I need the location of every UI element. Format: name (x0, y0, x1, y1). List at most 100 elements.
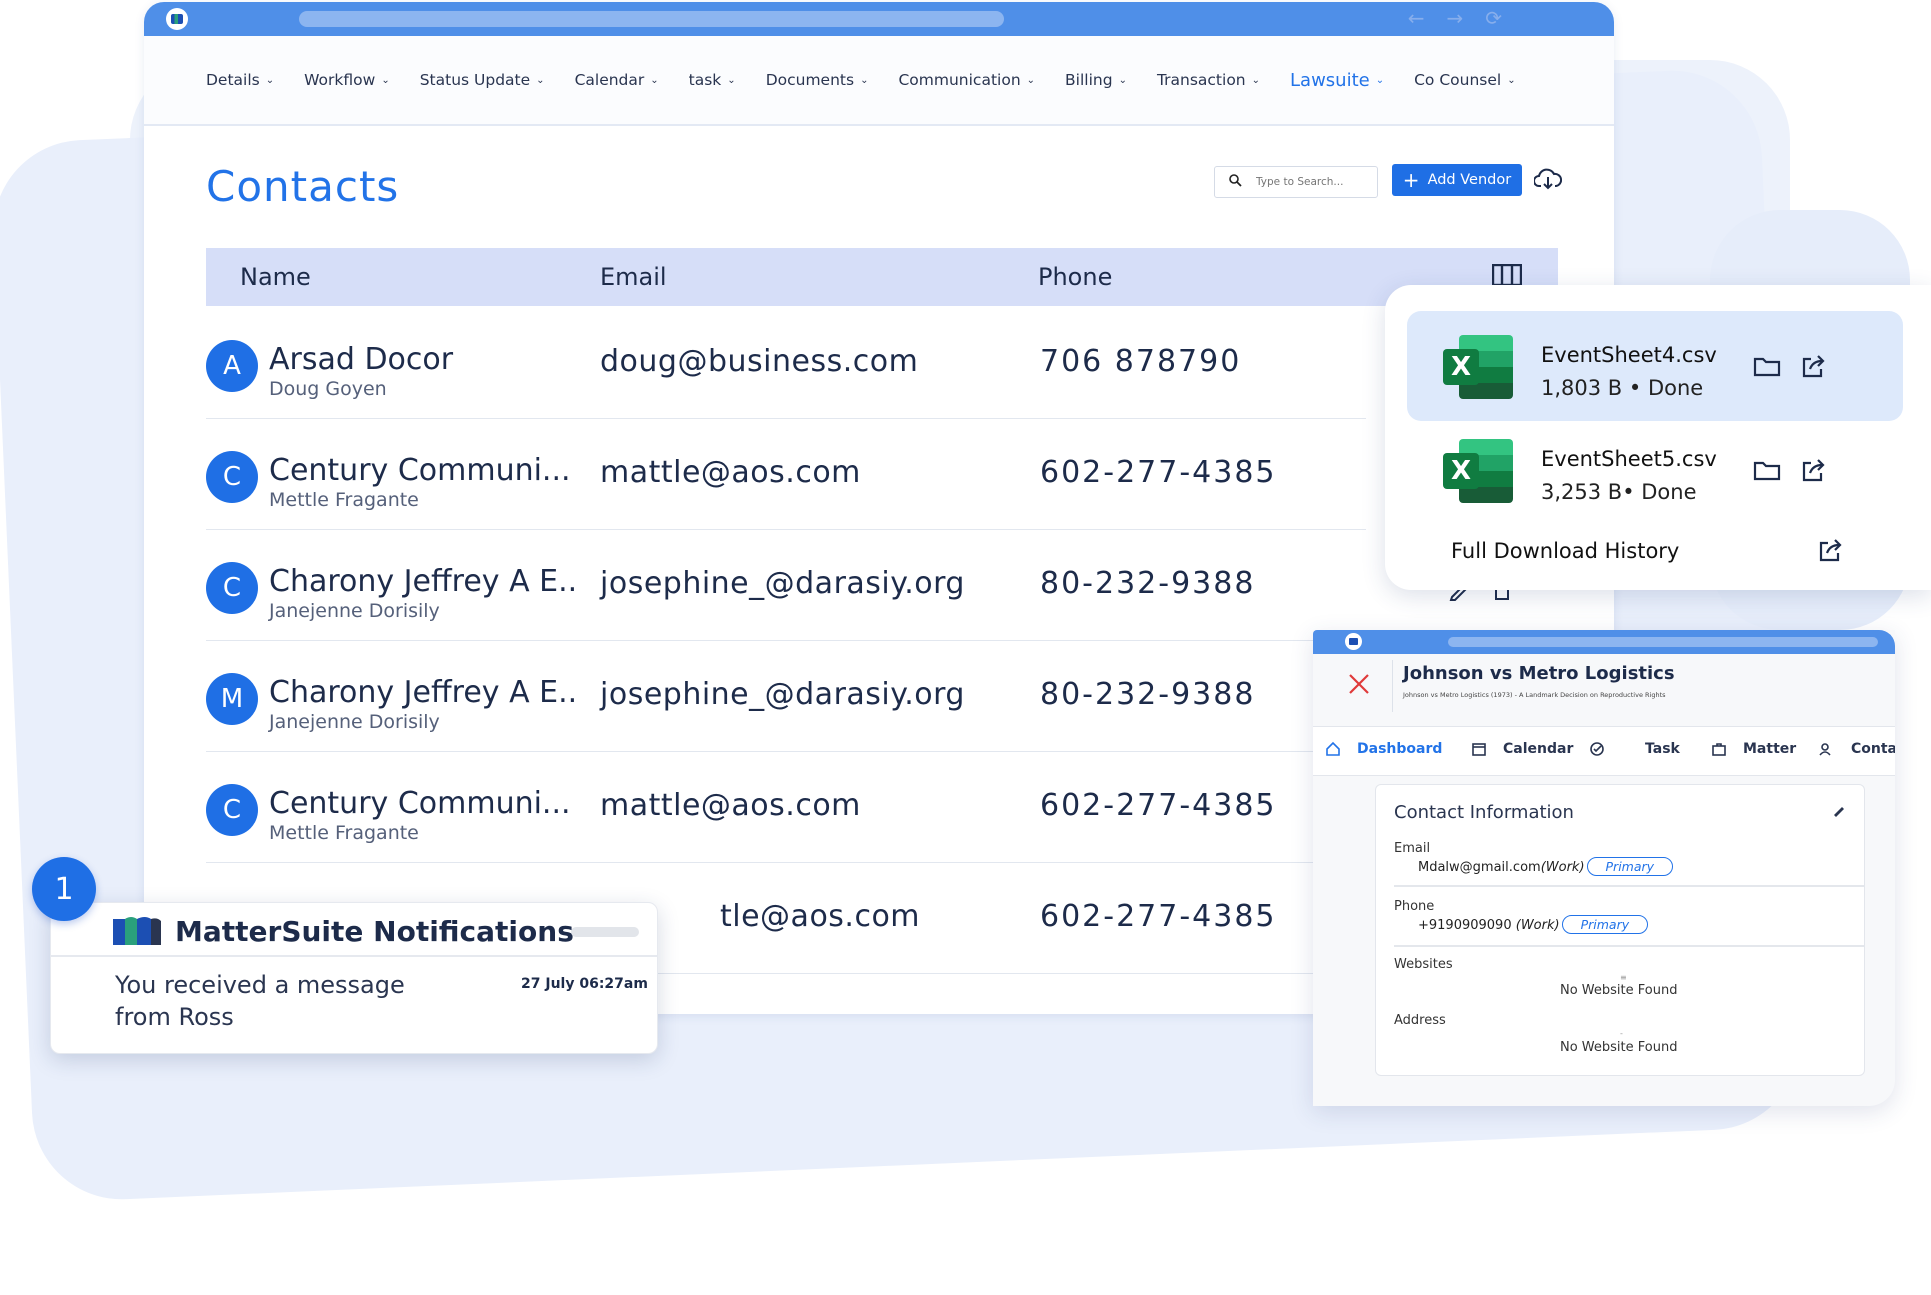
divider (1392, 660, 1393, 712)
menu-transaction[interactable]: Transaction ⌄ (1157, 71, 1260, 89)
drag-handle[interactable] (571, 927, 639, 937)
browser-nav-icons[interactable]: ←→⟳ (1408, 6, 1524, 30)
tab-contacts[interactable]: Conta (1851, 741, 1895, 757)
column-header-phone[interactable]: Phone (1038, 263, 1112, 291)
email-label: Email (1394, 841, 1431, 856)
menu-status-update[interactable]: Status Update ⌄ (420, 71, 545, 89)
table-row[interactable]: A Arsad Docor Doug Goyen doug@business.c… (206, 308, 1366, 419)
menu-co-counsel[interactable]: Co Counsel ⌄ (1414, 71, 1516, 89)
task-check-icon (1590, 742, 1604, 756)
address-bar[interactable] (1448, 637, 1878, 647)
close-icon[interactable] (1347, 672, 1371, 696)
websites-value: No Website Found (1560, 983, 1678, 998)
search-box[interactable] (1214, 166, 1378, 198)
table-row[interactable]: C Century Communi... Mettle Fragante mat… (206, 419, 1366, 530)
search-input[interactable] (1254, 175, 1368, 189)
contact-person: Mettle Fragante (269, 822, 419, 844)
chevron-down-icon: ⌄ (727, 74, 736, 86)
download-meta: 1,803 B • Done (1541, 376, 1704, 400)
home-icon (1326, 741, 1340, 756)
contact-person: Mettle Fragante (269, 489, 419, 511)
share-icon[interactable] (1801, 457, 1827, 483)
chevron-down-icon: ⌄ (860, 74, 869, 86)
page-title: Contacts (206, 162, 400, 211)
chevron-down-icon: ⌄ (265, 74, 275, 86)
chevron-down-icon: ⌄ (381, 74, 390, 86)
contact-name: Century Communi... (269, 786, 571, 821)
column-header-name[interactable]: Name (240, 263, 311, 291)
contact-name: Charony Jeffrey A E.. (269, 564, 578, 599)
tab-matter[interactable]: Matter (1743, 741, 1796, 757)
phone-label: Phone (1394, 899, 1435, 914)
download-item[interactable]: X EventSheet5.csv 3,253 B• Done (1407, 415, 1903, 525)
email-value: Mdalw@gmail.com(Work) Primary (1418, 857, 1674, 876)
address-bar[interactable] (299, 11, 1004, 27)
menu-calendar[interactable]: Calendar ⌄ (575, 71, 659, 89)
menu-task[interactable]: task ⌄ (689, 71, 736, 89)
matter-subtitle: Johnson vs Metro Logistics (1973) - A La… (1403, 691, 1666, 699)
contact-person: Doug Goyen (269, 378, 387, 400)
contact-email: josephine_@darasiy.org (600, 677, 965, 712)
contact-person: Janejenne Dorisily (269, 711, 440, 733)
chevron-down-icon: ⌄ (650, 74, 659, 86)
add-vendor-button[interactable]: + Add Vendor (1392, 164, 1522, 196)
tab-calendar[interactable]: Calendar (1503, 741, 1573, 757)
avatar: A (206, 340, 258, 392)
notification-card[interactable]: MatterSuite Notifications You received a… (50, 902, 658, 1054)
notification-count-badge[interactable]: 1 (32, 857, 96, 921)
table-header: Name Email Phone (206, 248, 1558, 306)
contact-phone: 706 878790 (1040, 344, 1242, 379)
full-download-history-link[interactable]: Full Download History (1451, 539, 1679, 563)
chevron-down-icon: ⌄ (1251, 74, 1261, 86)
download-meta: 3,253 B• Done (1541, 480, 1697, 504)
notification-time: 27 July 06:27am (521, 976, 648, 992)
chevron-down-icon: ⌄ (536, 74, 545, 86)
cloud-download-icon[interactable] (1534, 166, 1562, 192)
table-row[interactable]: C Century Communi... Mettle Fragante mat… (206, 752, 1366, 863)
share-icon[interactable] (1801, 353, 1827, 379)
contact-name: Arsad Docor (269, 342, 454, 377)
contact-phone: 602-277-4385 (1040, 899, 1277, 934)
chevron-down-icon: ⌄ (1375, 74, 1385, 86)
table-row[interactable]: M Charony Jeffrey A E.. Janejenne Dorisi… (206, 641, 1366, 752)
plus-icon: + (1402, 168, 1420, 192)
column-header-email[interactable]: Email (600, 263, 667, 291)
excel-file-icon: X (1443, 439, 1513, 503)
folder-icon[interactable] (1753, 459, 1781, 481)
tab-task[interactable]: Task (1645, 741, 1680, 757)
table-row[interactable]: C Charony Jeffrey A E.. Janejenne Dorisi… (206, 530, 1366, 641)
websites-label: Websites (1394, 957, 1453, 972)
menu-billing[interactable]: Billing ⌄ (1065, 71, 1127, 89)
menu-communication[interactable]: Communication ⌄ (898, 71, 1035, 89)
chevron-down-icon: ⌄ (1507, 74, 1516, 86)
avatar: C (206, 562, 258, 614)
menu-details[interactable]: Details ⌄ (206, 71, 274, 89)
notification-title: MatterSuite Notifications (175, 915, 574, 948)
calendar-icon (1472, 743, 1486, 756)
chevron-down-icon: ⌄ (1118, 74, 1127, 86)
app-logo-icon (166, 8, 188, 30)
divider (51, 955, 657, 957)
columns-icon[interactable] (1492, 264, 1522, 286)
folder-icon[interactable] (1753, 355, 1781, 377)
primary-badge: Primary (1586, 857, 1674, 876)
contact-email: tle@aos.com (720, 899, 921, 934)
search-icon (1229, 173, 1242, 191)
menu-workflow[interactable]: Workflow ⌄ (304, 71, 390, 89)
phone-value: +9190909090 (Work) Primary (1418, 915, 1649, 934)
tab-dashboard[interactable]: Dashboard (1357, 741, 1442, 757)
pencil-icon[interactable] (1832, 803, 1846, 817)
contact-email: mattle@aos.com (600, 455, 861, 490)
share-icon[interactable] (1818, 537, 1844, 563)
downloads-popup: X EventSheet4.csv 1,803 B • Done X Event… (1385, 285, 1931, 590)
menu-lawsuite[interactable]: Lawsuite ⌄ (1290, 70, 1384, 91)
contact-name: Charony Jeffrey A E.. (269, 675, 578, 710)
contact-email: mattle@aos.com (600, 788, 861, 823)
menu-documents[interactable]: Documents ⌄ (766, 71, 869, 89)
download-item[interactable]: X EventSheet4.csv 1,803 B • Done (1407, 311, 1903, 421)
address-value: No Website Found (1560, 1040, 1678, 1055)
primary-badge: Primary (1561, 915, 1649, 934)
contact-email: josephine_@darasiy.org (600, 566, 965, 601)
mattersuite-logo-icon (113, 917, 161, 945)
contact-person: Janejenne Dorisily (269, 600, 440, 622)
